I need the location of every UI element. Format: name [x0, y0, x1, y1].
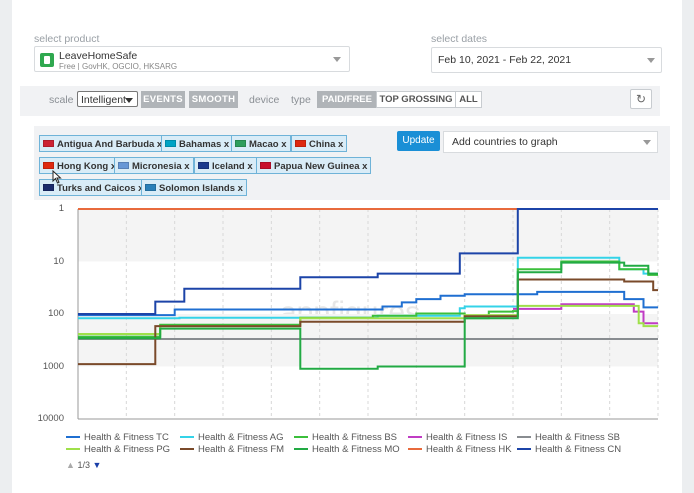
legend-label: Health & Fitness IS [426, 432, 508, 443]
y-tick-label: 10000 [37, 413, 64, 424]
legend-label: Health & Fitness TC [84, 432, 169, 443]
legend-item[interactable]: Health & Fitness CN [517, 444, 621, 455]
legend-label: Health & Fitness HK [426, 444, 512, 455]
legend-swatch [66, 448, 80, 451]
legend-item[interactable]: Health & Fitness IS [408, 432, 507, 443]
legend-swatch [408, 448, 422, 451]
legend-item[interactable]: Health & Fitness SB [517, 432, 620, 443]
legend-item[interactable]: Health & Fitness TC [66, 432, 169, 443]
legend-swatch [517, 436, 531, 439]
legend-label: Health & Fitness BS [312, 432, 398, 443]
legend-pager[interactable]: ▲ 1/3 ▼ [66, 460, 101, 470]
legend-label: Health & Fitness PG [84, 444, 171, 455]
legend-label: Health & Fitness FM [198, 444, 285, 455]
legend-label: Health & Fitness SB [535, 432, 621, 443]
y-tick-label: 1 [58, 203, 64, 214]
legend-swatch [180, 448, 194, 451]
rank-chart [77, 208, 659, 420]
legend-swatch [517, 448, 531, 451]
legend-item[interactable]: Health & Fitness BS [294, 432, 397, 443]
legend-page-label: 1/3 [77, 460, 90, 470]
legend-label: Health & Fitness MO [312, 444, 400, 455]
y-tick-label: 1000 [42, 360, 64, 372]
y-tick-label: 10 [53, 255, 64, 267]
legend-swatch [408, 436, 422, 439]
legend-label: Health & Fitness CN [535, 444, 622, 455]
legend-swatch [294, 436, 308, 439]
y-tick-label: 100 [48, 308, 64, 319]
legend-item[interactable]: Health & Fitness MO [294, 444, 400, 455]
legend-item[interactable]: Health & Fitness PG [66, 444, 170, 455]
legend-swatch [66, 436, 80, 439]
legend-swatch [180, 436, 194, 439]
legend-item[interactable]: Health & Fitness FM [180, 444, 284, 455]
legend-prev-icon[interactable]: ▲ [66, 460, 75, 470]
legend-swatch [294, 448, 308, 451]
legend-item[interactable]: Health & Fitness HK [408, 444, 512, 455]
legend-item[interactable]: Health & Fitness AG [180, 432, 284, 443]
legend-label: Health & Fitness AG [198, 432, 284, 443]
legend-next-icon[interactable]: ▼ [92, 460, 101, 470]
